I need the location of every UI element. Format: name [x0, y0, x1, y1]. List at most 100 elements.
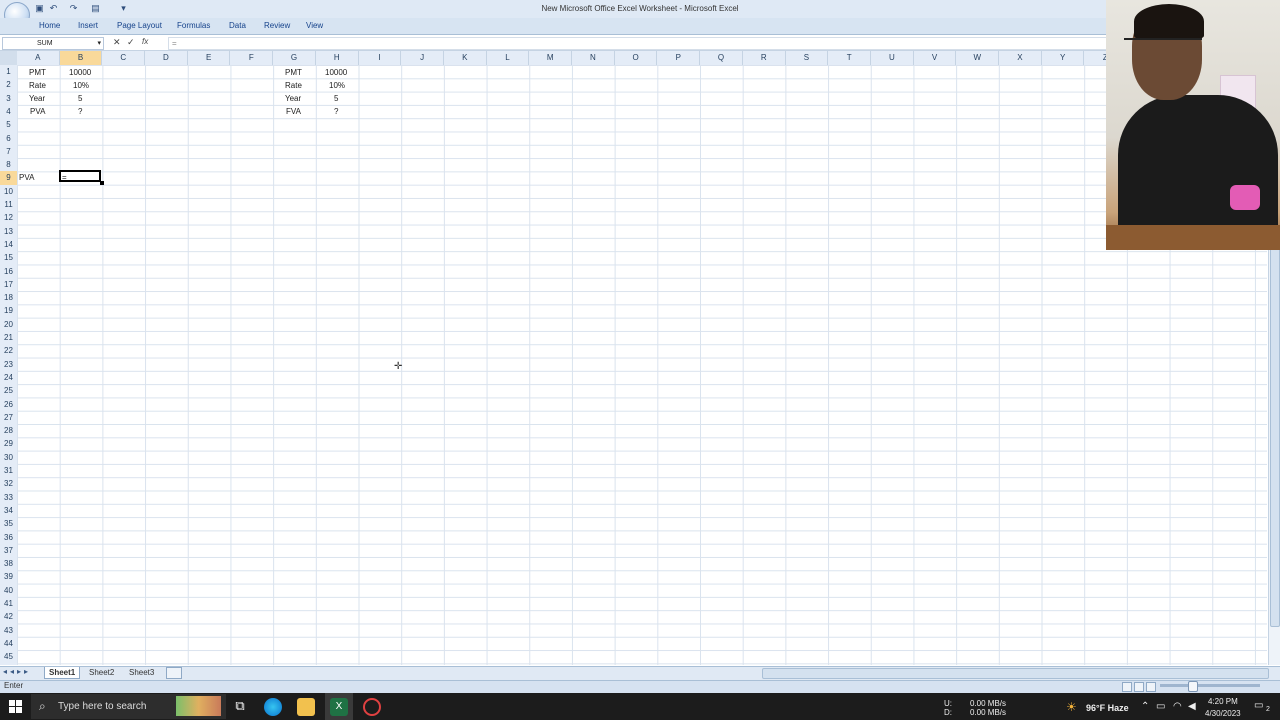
screen-recorder-icon[interactable]: [363, 698, 381, 716]
cell-b3[interactable]: 5: [78, 92, 82, 105]
row-header-12[interactable]: 12: [0, 211, 17, 224]
row-header-30[interactable]: 30: [0, 451, 17, 464]
sheet-nav-arrows-icon[interactable]: ◂◂▸▸: [3, 667, 31, 676]
row-header-1[interactable]: 1: [0, 65, 17, 78]
column-header-u[interactable]: U: [871, 51, 914, 65]
column-header-n[interactable]: N: [572, 51, 615, 65]
row-header-45[interactable]: 45: [0, 650, 17, 663]
cell-h3[interactable]: 5: [334, 92, 338, 105]
row-header-31[interactable]: 31: [0, 464, 17, 477]
column-header-j[interactable]: J: [401, 51, 444, 65]
row-header-8[interactable]: 8: [0, 158, 17, 171]
column-header-m[interactable]: M: [529, 51, 573, 65]
column-header-i[interactable]: I: [359, 51, 402, 65]
row-header-23[interactable]: 23: [0, 358, 17, 371]
page-break-view-icon[interactable]: [1146, 682, 1156, 692]
cell-h1[interactable]: 10000: [325, 66, 347, 79]
tab-insert[interactable]: Insert: [78, 21, 98, 30]
cell-g4[interactable]: FVA: [286, 105, 301, 118]
insert-sheet-icon[interactable]: [166, 667, 182, 679]
task-view-icon[interactable]: ⧉: [231, 698, 249, 716]
select-all-button[interactable]: [0, 51, 17, 65]
column-header-l[interactable]: L: [487, 51, 530, 65]
column-header-h[interactable]: H: [316, 51, 359, 65]
row-header-40[interactable]: 40: [0, 584, 17, 597]
undo-icon[interactable]: ↶: [48, 3, 59, 14]
tab-formulas[interactable]: Formulas: [177, 21, 210, 30]
row-header-10[interactable]: 10: [0, 185, 17, 198]
column-header-e[interactable]: E: [188, 51, 231, 65]
row-header-17[interactable]: 17: [0, 278, 17, 291]
row-header-32[interactable]: 32: [0, 477, 17, 490]
row-header-22[interactable]: 22: [0, 344, 17, 357]
cell-g2[interactable]: Rate: [285, 79, 302, 92]
row-header-43[interactable]: 43: [0, 624, 17, 637]
column-header-g[interactable]: G: [273, 51, 316, 65]
cancel-icon[interactable]: ✕: [113, 37, 121, 48]
show-hidden-icons-icon[interactable]: ⌃: [1141, 701, 1149, 712]
cell-a4[interactable]: PVA: [30, 105, 45, 118]
insert-function-icon[interactable]: fx: [142, 37, 148, 46]
row-header-13[interactable]: 13: [0, 225, 17, 238]
column-header-o[interactable]: O: [615, 51, 658, 65]
fill-handle[interactable]: [100, 181, 104, 185]
row-header-33[interactable]: 33: [0, 491, 17, 504]
customize-qat-icon[interactable]: ▾: [118, 3, 129, 14]
sheet-tab-2[interactable]: Sheet2: [85, 667, 118, 678]
row-header-4[interactable]: 4: [0, 105, 17, 118]
cell-a3[interactable]: Year: [29, 92, 45, 105]
row-header-6[interactable]: 6: [0, 132, 17, 145]
cell-a2[interactable]: Rate: [29, 79, 46, 92]
cell-g1[interactable]: PMT: [285, 66, 302, 79]
row-header-36[interactable]: 36: [0, 531, 17, 544]
cell-a1[interactable]: PMT: [29, 66, 46, 79]
clock-time[interactable]: 4:20 PM: [1208, 697, 1238, 706]
cell-a9[interactable]: PVA: [19, 171, 34, 184]
column-header-a[interactable]: A: [17, 51, 60, 65]
page-layout-view-icon[interactable]: [1134, 682, 1144, 692]
windows-start-icon[interactable]: [9, 700, 23, 714]
horizontal-scrollbar[interactable]: [762, 668, 1269, 679]
row-header-7[interactable]: 7: [0, 145, 17, 158]
battery-icon[interactable]: ▭: [1156, 701, 1165, 712]
cell-b4[interactable]: ?: [78, 105, 82, 118]
row-header-29[interactable]: 29: [0, 437, 17, 450]
row-header-18[interactable]: 18: [0, 291, 17, 304]
excel-icon[interactable]: X: [330, 698, 348, 716]
row-header-20[interactable]: 20: [0, 318, 17, 331]
cell-b2[interactable]: 10%: [73, 79, 89, 92]
row-header-27[interactable]: 27: [0, 411, 17, 424]
paste-icon[interactable]: ▤: [90, 3, 101, 14]
column-header-v[interactable]: V: [914, 51, 957, 65]
row-header-24[interactable]: 24: [0, 371, 17, 384]
column-header-s[interactable]: S: [786, 51, 829, 65]
redo-icon[interactable]: ↷: [68, 3, 79, 14]
chevron-down-icon[interactable]: ▾: [97, 38, 101, 49]
tab-data[interactable]: Data: [229, 21, 246, 30]
name-box[interactable]: SUM ▾: [2, 37, 104, 50]
active-cell-b9[interactable]: =: [59, 170, 101, 182]
row-header-42[interactable]: 42: [0, 610, 17, 623]
row-header-39[interactable]: 39: [0, 570, 17, 583]
edge-icon[interactable]: [264, 698, 282, 716]
row-header-16[interactable]: 16: [0, 265, 17, 278]
column-header-q[interactable]: Q: [700, 51, 743, 65]
volume-icon[interactable]: ◀: [1188, 701, 1196, 712]
file-explorer-icon[interactable]: [297, 698, 315, 716]
zoom-slider[interactable]: [1160, 684, 1260, 687]
cell-h4[interactable]: ?: [334, 105, 338, 118]
column-header-t[interactable]: T: [828, 51, 871, 65]
row-header-25[interactable]: 25: [0, 384, 17, 397]
wifi-icon[interactable]: ◠: [1173, 701, 1182, 712]
weather-text[interactable]: 96°F Haze: [1086, 703, 1129, 713]
sheet-tab-1[interactable]: Sheet1: [44, 667, 81, 679]
row-header-15[interactable]: 15: [0, 251, 17, 264]
clock-date[interactable]: 4/30/2023: [1205, 709, 1241, 718]
row-header-9[interactable]: 9: [0, 171, 17, 185]
row-header-14[interactable]: 14: [0, 238, 17, 251]
row-header-26[interactable]: 26: [0, 398, 17, 411]
row-header-5[interactable]: 5: [0, 118, 17, 131]
column-header-p[interactable]: P: [658, 51, 701, 65]
row-header-35[interactable]: 35: [0, 517, 17, 530]
sheet-tab-3[interactable]: Sheet3: [125, 667, 158, 678]
